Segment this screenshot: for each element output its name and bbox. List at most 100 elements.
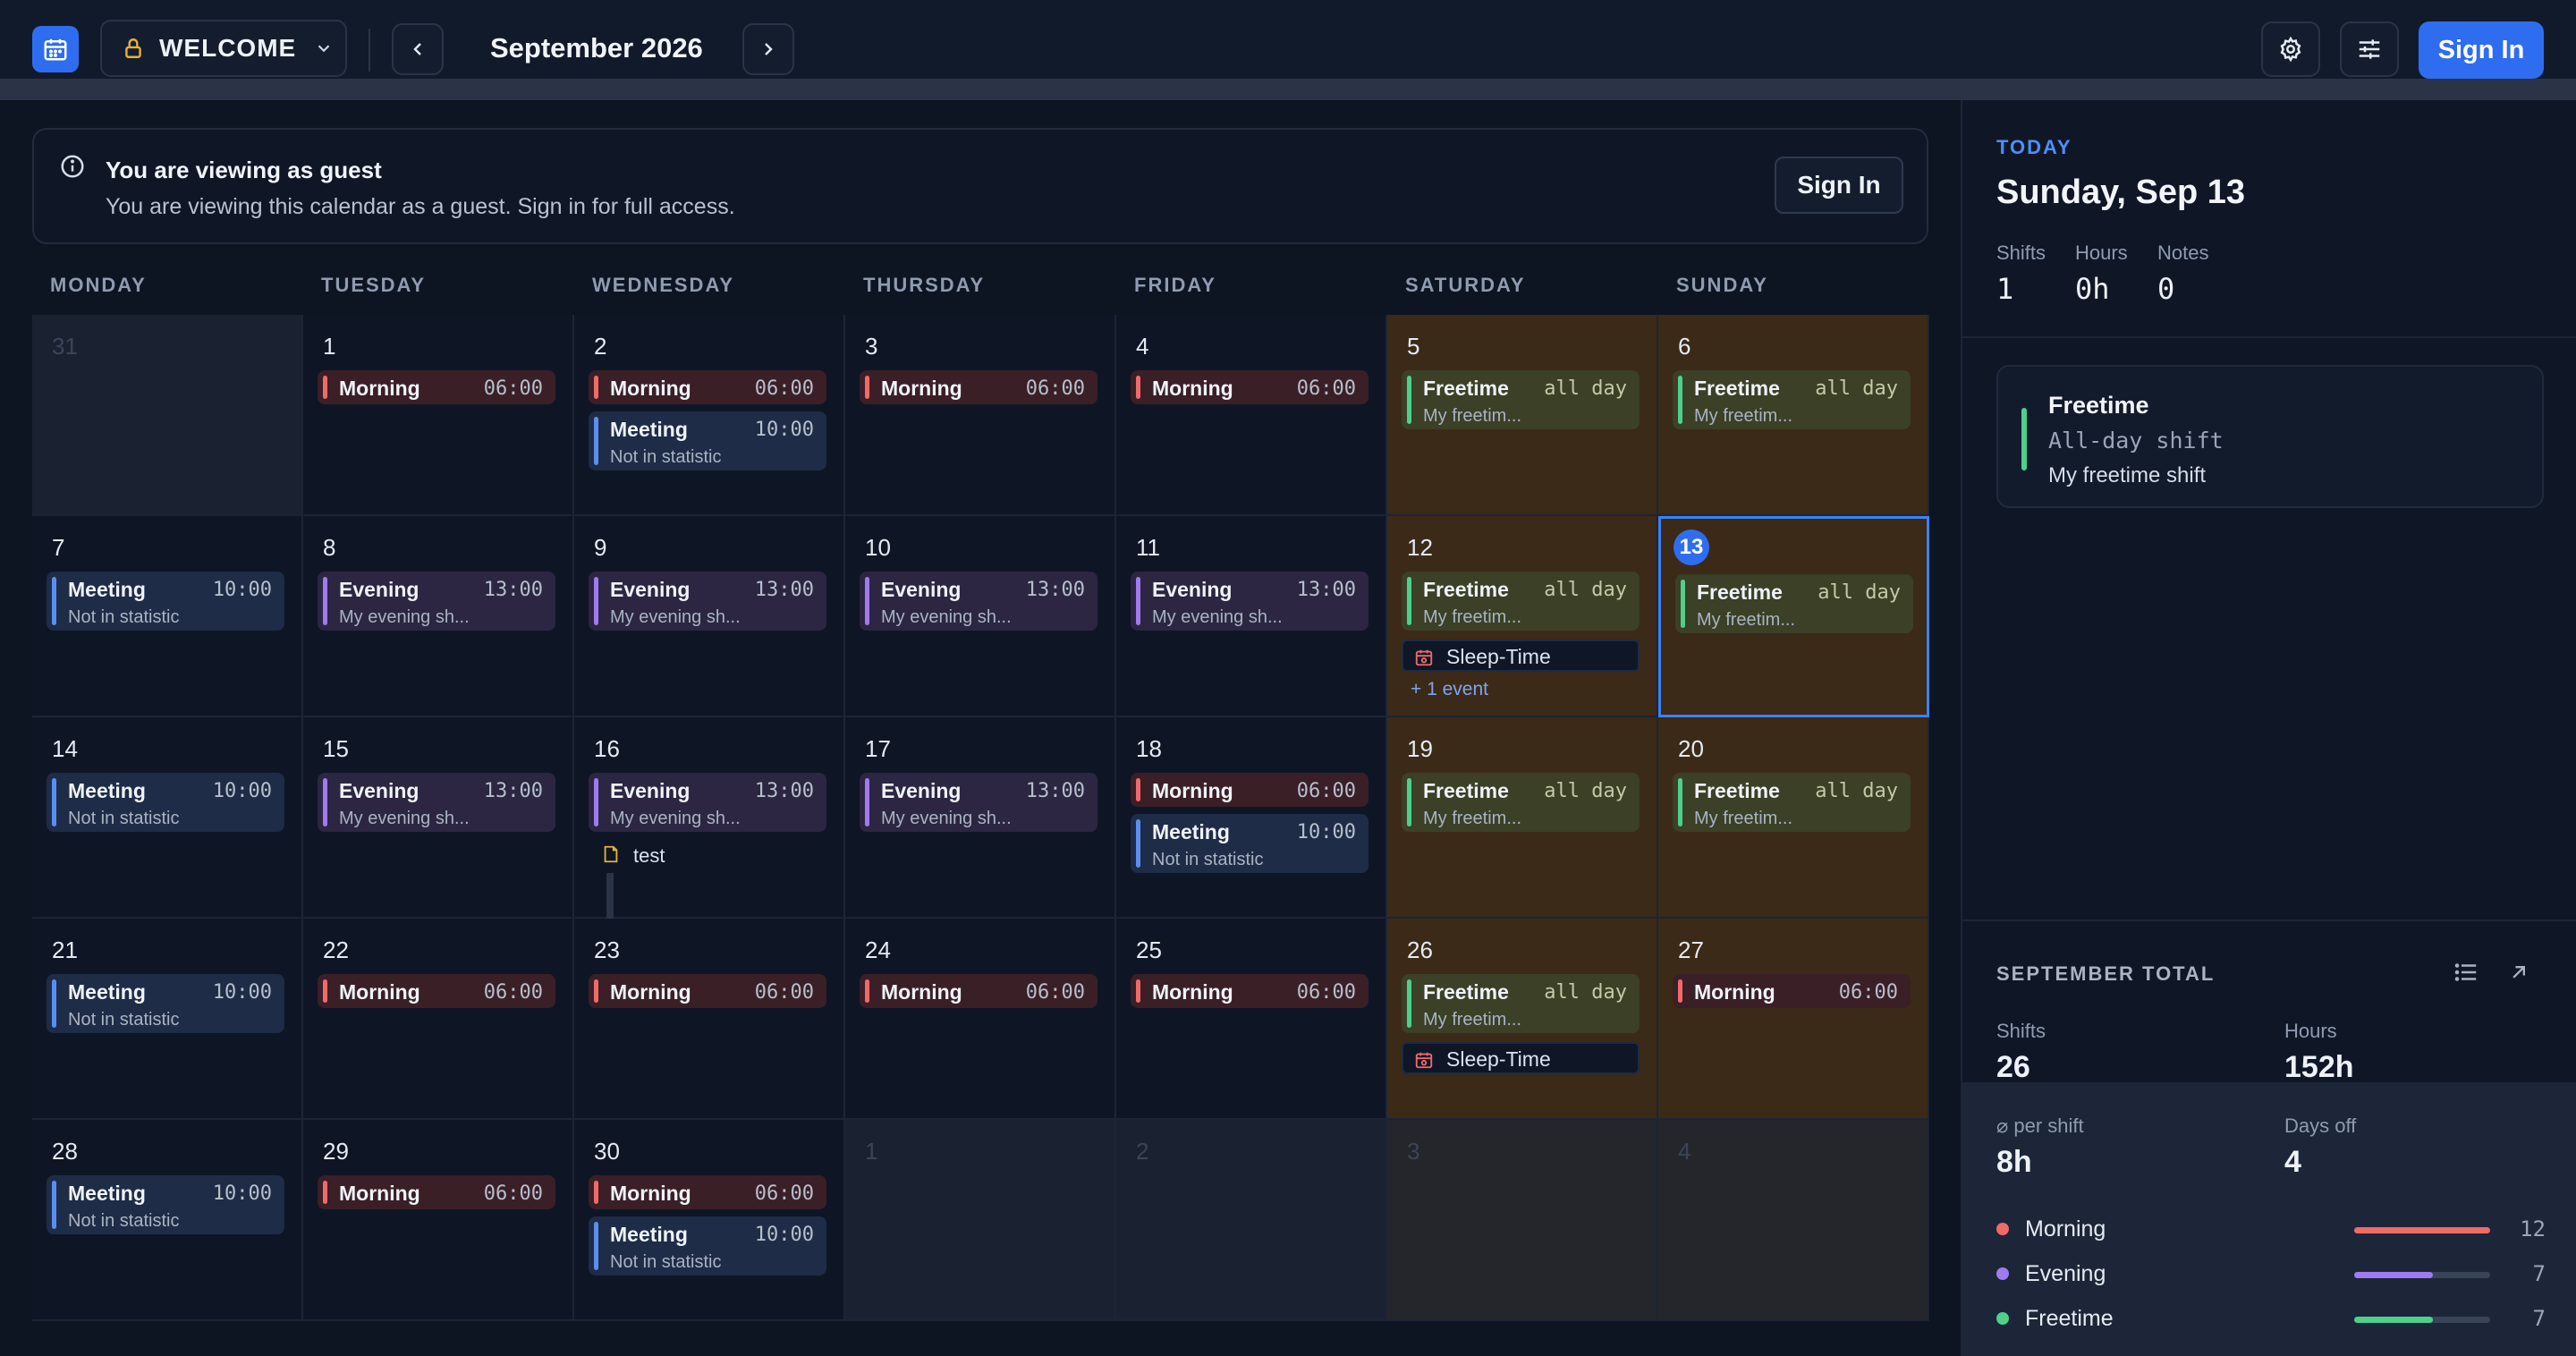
expand-arrow-icon[interactable] bbox=[2506, 959, 2531, 986]
day-cell[interactable]: 29 Morning 06:00 bbox=[303, 1120, 574, 1321]
day-cell[interactable]: 4 Morning 06:00 bbox=[1116, 315, 1387, 516]
day-cell[interactable]: 23 Morning 06:00 bbox=[574, 919, 845, 1120]
event-evening[interactable]: Evening 13:00 My evening sh... bbox=[860, 572, 1097, 631]
day-cell[interactable]: 2 bbox=[1116, 1120, 1387, 1321]
event-evening[interactable]: Evening 13:00 My evening sh... bbox=[1131, 572, 1368, 631]
event-morning[interactable]: Morning 06:00 bbox=[860, 370, 1097, 404]
sign-in-button[interactable]: Sign In bbox=[2419, 21, 2544, 79]
day-cell[interactable]: 2 Morning 06:00 Meeting 10:00 Not in statisti… bbox=[574, 315, 845, 516]
event-color-bar bbox=[323, 979, 327, 1003]
event-name: Evening bbox=[610, 578, 691, 601]
day-cell[interactable]: 27 Morning 06:00 bbox=[1658, 919, 1929, 1120]
event-evening[interactable]: Evening 13:00 My evening sh... bbox=[318, 572, 555, 631]
day-cell[interactable]: 21 Meeting 10:00 Not in statistic bbox=[32, 919, 303, 1120]
day-cell[interactable]: 16 Evening 13:00 My evening sh... test bbox=[574, 717, 845, 923]
day-cell[interactable]: 28 Meeting 10:00 Not in statistic bbox=[32, 1120, 303, 1321]
event-evening[interactable]: Evening 13:00 My evening sh... bbox=[589, 773, 826, 832]
day-number: 27 bbox=[1678, 936, 1704, 963]
day-cell[interactable]: 9 Evening 13:00 My evening sh... bbox=[574, 516, 845, 717]
event-time: all day bbox=[1544, 780, 1627, 802]
event-meeting[interactable]: Meeting 10:00 Not in statistic bbox=[47, 572, 284, 631]
day-cell[interactable]: 3 Morning 06:00 bbox=[845, 315, 1116, 516]
day-cell[interactable]: 10 Evening 13:00 My evening sh... bbox=[845, 516, 1116, 717]
day-cell[interactable]: 3 bbox=[1387, 1120, 1658, 1321]
event-morning[interactable]: Morning 06:00 bbox=[589, 974, 826, 1008]
event-freetime[interactable]: Freetime all day My freetim... bbox=[1402, 773, 1640, 832]
event-morning[interactable]: Morning 06:00 bbox=[1131, 974, 1368, 1008]
day-cell[interactable]: 17 Evening 13:00 My evening sh... bbox=[845, 717, 1116, 919]
selected-date: Sunday, Sep 13 bbox=[1996, 174, 2246, 211]
day-cell[interactable]: 26 Freetime all day My freetim... Sleep-Time bbox=[1387, 919, 1658, 1120]
event-meeting[interactable]: Meeting 10:00 Not in statistic bbox=[1131, 814, 1368, 873]
day-cell[interactable]: 14 Meeting 10:00 Not in statistic bbox=[32, 717, 303, 919]
event-freetime[interactable]: Freetime all day My freetim... bbox=[1675, 574, 1913, 633]
day-cell[interactable]: 15 Evening 13:00 My evening sh... bbox=[303, 717, 574, 919]
event-meeting[interactable]: Meeting 10:00 Not in statistic bbox=[47, 974, 284, 1033]
event-meeting[interactable]: Meeting 10:00 Not in statistic bbox=[589, 1216, 826, 1275]
day-cell[interactable]: 11 Evening 13:00 My evening sh... bbox=[1116, 516, 1387, 717]
event-freetime[interactable]: Freetime all day My freetim... bbox=[1402, 370, 1640, 429]
event-morning[interactable]: Morning 06:00 bbox=[1673, 974, 1911, 1008]
settings-button[interactable] bbox=[2261, 21, 2320, 77]
filters-button[interactable] bbox=[2340, 21, 2399, 77]
event-sleep-time[interactable]: Sleep-Time bbox=[1402, 640, 1640, 672]
day-cell[interactable]: 8 Evening 13:00 My evening sh... bbox=[303, 516, 574, 717]
chevron-right-icon bbox=[765, 43, 773, 55]
toolbar-divider bbox=[369, 29, 370, 72]
calendar-app-button[interactable] bbox=[32, 26, 79, 72]
event-morning[interactable]: Morning 06:00 bbox=[318, 1175, 555, 1209]
event-freetime[interactable]: Freetime all day My freetim... bbox=[1402, 572, 1640, 631]
day-cell[interactable]: 24 Morning 06:00 bbox=[845, 919, 1116, 1120]
day-cell[interactable]: 20 Freetime all day My freetim... bbox=[1658, 717, 1929, 919]
event-time: 06:00 bbox=[483, 377, 543, 400]
event-color-bar bbox=[1136, 819, 1140, 868]
event-morning[interactable]: Morning 06:00 bbox=[589, 1175, 826, 1209]
event-freetime[interactable]: Freetime all day My freetim... bbox=[1673, 773, 1911, 832]
day-cell[interactable]: 13 Freetime all day My freetim... bbox=[1658, 516, 1929, 717]
event-evening[interactable]: Evening 13:00 My evening sh... bbox=[589, 572, 826, 631]
event-morning[interactable]: Morning 06:00 bbox=[1131, 773, 1368, 807]
day-cell[interactable]: 5 Freetime all day My freetim... bbox=[1387, 315, 1658, 516]
workspace-selector[interactable]: WELCOME bbox=[100, 20, 347, 77]
event-freetime[interactable]: Freetime all day My freetim... bbox=[1402, 974, 1640, 1033]
event-meeting[interactable]: Meeting 10:00 Not in statistic bbox=[589, 411, 826, 470]
day-cell[interactable]: 19 Freetime all day My freetim... bbox=[1387, 717, 1658, 919]
day-number: 6 bbox=[1678, 333, 1691, 360]
day-cell[interactable]: 7 Meeting 10:00 Not in statistic bbox=[32, 516, 303, 717]
day-cell[interactable]: 4 bbox=[1658, 1120, 1929, 1321]
event-morning[interactable]: Morning 06:00 bbox=[318, 974, 555, 1008]
event-color-bar bbox=[594, 577, 598, 625]
event-morning[interactable]: Morning 06:00 bbox=[860, 974, 1097, 1008]
day-cell[interactable]: 18 Morning 06:00 Meeting 10:00 Not in statist… bbox=[1116, 717, 1387, 919]
day-cell[interactable]: 6 Freetime all day My freetim... bbox=[1658, 315, 1929, 516]
event-morning[interactable]: Morning 06:00 bbox=[589, 370, 826, 404]
alarm-clock-icon bbox=[1415, 1052, 1433, 1069]
event-time: all day bbox=[1544, 579, 1627, 601]
event-name: Morning bbox=[881, 980, 962, 1004]
day-cell[interactable]: 12 Freetime all day My freetim... Sleep-Time… bbox=[1387, 516, 1658, 717]
list-icon[interactable] bbox=[2453, 959, 2479, 986]
event-morning[interactable]: Morning 06:00 bbox=[318, 370, 555, 404]
day-cell[interactable]: 1 bbox=[845, 1120, 1116, 1321]
day-cell[interactable]: 31 bbox=[32, 315, 303, 516]
day-cell[interactable]: 22 Morning 06:00 bbox=[303, 919, 574, 1120]
note-connector bbox=[606, 873, 614, 923]
event-meeting[interactable]: Meeting 10:00 Not in statistic bbox=[47, 773, 284, 832]
note-item[interactable]: test bbox=[601, 844, 665, 923]
event-morning[interactable]: Morning 06:00 bbox=[1131, 370, 1368, 404]
event-meeting[interactable]: Meeting 10:00 Not in statistic bbox=[47, 1175, 284, 1234]
day-cell[interactable]: 30 Morning 06:00 Meeting 10:00 Not in statist… bbox=[574, 1120, 845, 1321]
day-cell[interactable]: 25 Morning 06:00 bbox=[1116, 919, 1387, 1120]
previous-month-button[interactable] bbox=[392, 23, 444, 75]
per-shift-value: 8h bbox=[1996, 1145, 2032, 1179]
day-cell[interactable]: 1 Morning 06:00 bbox=[303, 315, 574, 516]
event-evening[interactable]: Evening 13:00 My evening sh... bbox=[318, 773, 555, 832]
banner-sign-in-button[interactable]: Sign In bbox=[1775, 157, 1903, 214]
event-freetime[interactable]: Freetime all day My freetim... bbox=[1673, 370, 1911, 429]
today-shift-card[interactable]: Freetime All-day shift My freetime shift bbox=[1996, 365, 2544, 508]
more-events-link[interactable]: + 1 event bbox=[1411, 679, 1488, 700]
sliders-icon bbox=[2359, 39, 2380, 59]
event-evening[interactable]: Evening 13:00 My evening sh... bbox=[860, 773, 1097, 832]
next-month-button[interactable] bbox=[742, 23, 794, 75]
event-sleep-time[interactable]: Sleep-Time bbox=[1402, 1042, 1640, 1074]
